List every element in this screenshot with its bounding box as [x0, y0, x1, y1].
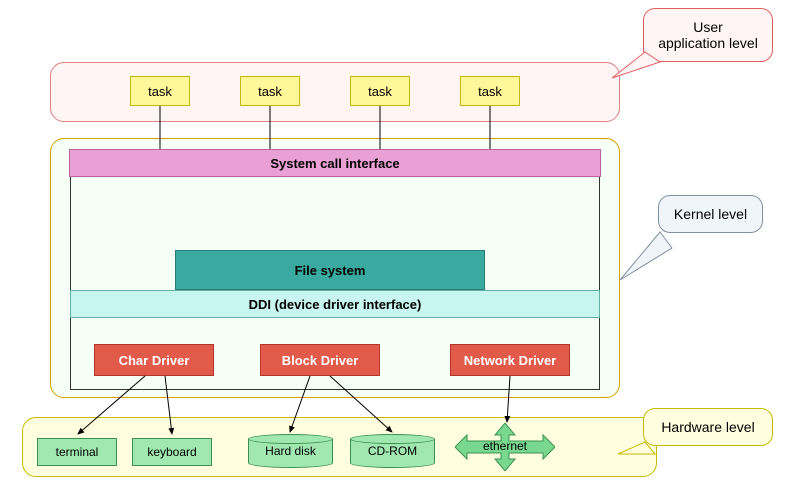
task-box-1: task — [130, 76, 190, 106]
network-driver-box: Network Driver — [450, 344, 570, 376]
cdrom-cylinder: CD-ROM — [350, 434, 435, 468]
filesystem-label: File system — [295, 263, 366, 278]
driver-label: Block Driver — [282, 353, 359, 368]
hw-label: ethernet — [455, 439, 555, 453]
hardware-level-callout: Hardware level — [643, 408, 773, 446]
system-call-interface-box: System call interface — [69, 149, 601, 177]
driver-label: Network Driver — [464, 353, 556, 368]
ddi-box: DDI (device driver interface) — [70, 290, 600, 318]
task-label: task — [148, 84, 172, 99]
char-driver-box: Char Driver — [94, 344, 214, 376]
task-box-3: task — [350, 76, 410, 106]
hw-label: terminal — [56, 445, 99, 459]
terminal-box: terminal — [37, 438, 117, 466]
file-system-box: File system — [175, 250, 485, 290]
hardware-level-panel — [22, 417, 657, 477]
kernel-level-callout: Kernel level — [658, 195, 763, 233]
hw-label: Hard disk — [248, 444, 333, 458]
task-box-4: task — [460, 76, 520, 106]
syscall-label: System call interface — [270, 156, 399, 171]
hw-label: keyboard — [147, 445, 196, 459]
task-label: task — [258, 84, 282, 99]
block-driver-box: Block Driver — [260, 344, 380, 376]
callout-label: Hardware level — [661, 419, 754, 435]
hard-disk-cylinder: Hard disk — [248, 434, 333, 468]
task-label: task — [478, 84, 502, 99]
callout-label: User application level — [658, 19, 758, 51]
task-box-2: task — [240, 76, 300, 106]
ethernet-shape: ethernet — [455, 423, 555, 471]
ddi-label: DDI (device driver interface) — [249, 297, 422, 312]
driver-label: Char Driver — [119, 353, 190, 368]
hw-label: CD-ROM — [350, 444, 435, 458]
user-level-callout: User application level — [643, 8, 773, 62]
task-label: task — [368, 84, 392, 99]
callout-label: Kernel level — [674, 206, 747, 222]
keyboard-box: keyboard — [132, 438, 212, 466]
